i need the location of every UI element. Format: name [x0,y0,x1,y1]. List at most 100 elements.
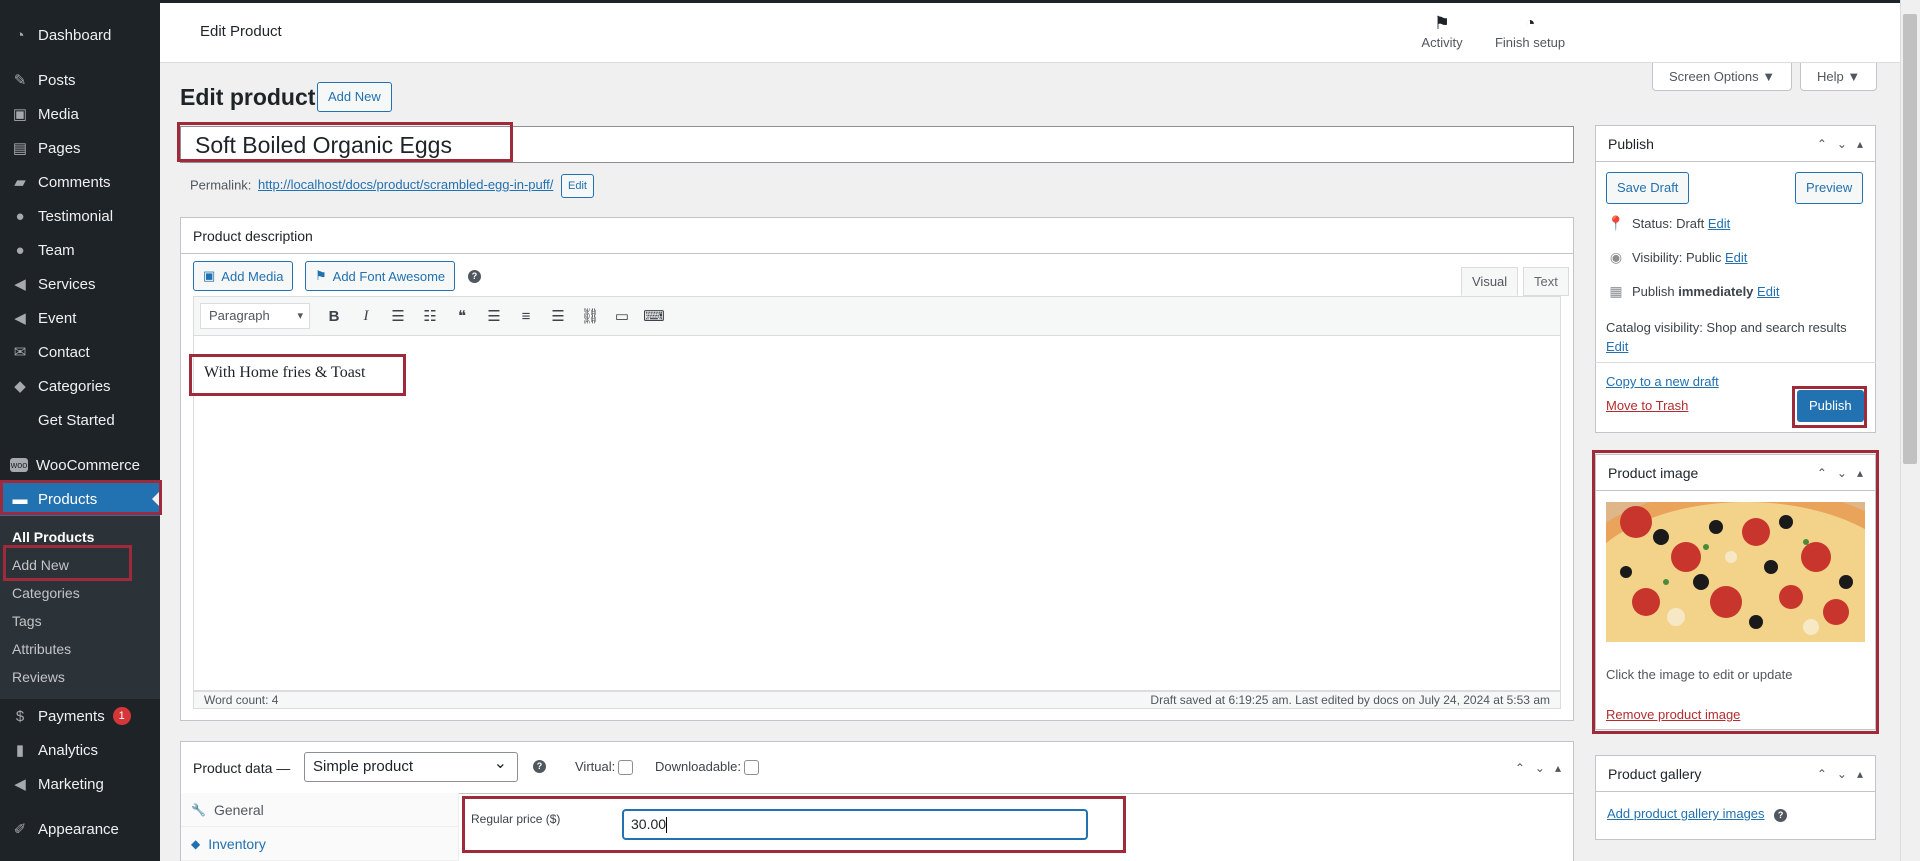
sidebar-item-get-started[interactable]: Get Started [0,403,160,437]
sidebar-item-analytics[interactable]: ▮ Analytics [0,733,160,767]
sidebar-item-products[interactable]: ▬ Products [0,482,160,516]
move-up-icon[interactable]: ⌃ [1817,466,1827,480]
sidebar-item-appearance[interactable]: ✐ Appearance [0,812,160,846]
product-image-thumbnail[interactable] [1606,502,1865,642]
status-edit-link[interactable]: Edit [1708,216,1730,231]
add-new-button[interactable]: Add New [317,82,392,112]
visibility-edit-link[interactable]: Edit [1725,250,1747,265]
screen-options-toggle[interactable]: Screen Options ▼ [1652,63,1793,91]
sidebar-item-testimonial[interactable]: ● Testimonial [0,199,160,233]
move-down-icon[interactable]: ⌄ [1535,761,1545,775]
help-icon[interactable]: ? [468,270,481,283]
link-icon[interactable]: ⛓ [574,302,606,330]
permalink-edit-button[interactable]: Edit [560,174,594,198]
align-left-icon[interactable]: ☰ [478,302,510,330]
sidebar-item-marketing[interactable]: ◀ Marketing [0,767,160,801]
help-icon[interactable]: ? [533,760,546,773]
editor-content-area[interactable]: With Home fries & Toast [193,336,1561,691]
downloadable-checkbox[interactable] [744,760,760,776]
pin-icon: ✎ [13,72,27,89]
numbered-list-icon[interactable]: ☷ [414,302,446,330]
read-more-icon[interactable]: ▭ [606,302,638,330]
tab-text[interactable]: Text [1523,267,1569,296]
products-submenu: All Products Add New Categories Tags Att… [0,516,160,699]
catalog-visibility-edit-link[interactable]: Edit [1606,339,1628,354]
box-controls: ⌃ ⌄ ▴ [1817,137,1863,151]
finish-setup-button[interactable]: ◔ Finish setup [1488,13,1572,50]
add-font-awesome-button[interactable]: ⚑ Add Font Awesome [305,261,456,291]
media-icon: ▣ [12,106,28,123]
sidebar-item-contact[interactable]: ✉ Contact [0,335,160,369]
submenu-tags[interactable]: Tags [0,607,160,635]
product-title-input[interactable]: Soft Boiled Organic Eggs [180,126,1574,163]
product-gallery-header: Product gallery ⌃ ⌄ ▴ [1596,756,1875,792]
italic-icon[interactable]: I [350,302,382,330]
woo-icon: woo [10,458,28,472]
sidebar-item-label: Categories [38,377,111,395]
submenu-reviews[interactable]: Reviews [0,663,160,691]
sidebar-item-pages[interactable]: ▤ Pages [0,131,160,165]
submenu-add-new[interactable]: Add New [0,551,160,579]
move-up-icon[interactable]: ⌃ [1515,761,1525,775]
tab-general[interactable]: 🔧 General [181,793,458,827]
box-controls: ⌃ ⌄ ▴ [1515,761,1561,775]
permalink-link[interactable]: http://localhost/docs/product/scrambled-… [258,177,553,192]
tab-visual[interactable]: Visual [1461,267,1519,296]
move-to-trash-link[interactable]: Move to Trash [1606,398,1688,413]
move-down-icon[interactable]: ⌄ [1837,466,1847,480]
submenu-all-products[interactable]: All Products [0,523,160,551]
help-toggle[interactable]: Help ▼ [1800,63,1878,91]
scrollbar[interactable] [1900,0,1920,861]
bold-icon[interactable]: B [318,302,350,330]
sidebar-item-posts[interactable]: ✎ Posts [0,63,160,97]
move-down-icon[interactable]: ⌄ [1837,137,1847,151]
remove-product-image-link[interactable]: Remove product image [1606,707,1740,722]
save-draft-button[interactable]: Save Draft [1606,172,1690,204]
sidebar-item-comments[interactable]: ▰ Comments [0,165,160,199]
publish-date-edit-link[interactable]: Edit [1757,284,1779,299]
activity-button[interactable]: ⚑ Activity [1414,13,1470,50]
editor-status-bar: Word count: 4 Draft saved at 6:19:25 am.… [193,691,1561,709]
dollar-icon: $ [15,707,25,725]
regular-price-input[interactable]: 30.00 [622,809,1088,840]
virtual-checkbox[interactable] [618,760,634,776]
sidebar-item-categories[interactable]: ◆ Categories [0,369,160,403]
move-up-icon[interactable]: ⌃ [1817,137,1827,151]
copy-draft-link[interactable]: Copy to a new draft [1606,374,1719,389]
add-gallery-images-link[interactable]: Add product gallery images [1607,806,1765,821]
pin-icon: 📍 [1607,215,1625,231]
product-type-select[interactable]: Simple product [304,750,518,782]
blockquote-icon[interactable]: ❝ [446,302,478,330]
sidebar-item-event[interactable]: ◀ Event [0,301,160,335]
sidebar-item-media[interactable]: ▣ Media [0,97,160,131]
sidebar-item-dashboard[interactable]: ◔ Dashboard [0,18,160,52]
tab-inventory[interactable]: ◆ Inventory [181,827,458,861]
bullet-list-icon[interactable]: ☰ [382,302,414,330]
align-center-icon[interactable]: ≡ [510,302,542,330]
add-media-button[interactable]: ▣ Add Media [193,261,294,291]
help-icon[interactable]: ? [1774,809,1788,822]
sidebar-item-services[interactable]: ◀ Services [0,267,160,301]
publish-button[interactable]: Publish [1797,390,1864,422]
sidebar-item-label: WooCommerce [36,456,140,474]
format-select[interactable]: Paragraph [200,303,310,329]
move-up-icon[interactable]: ⌃ [1817,767,1827,781]
collapse-icon[interactable]: ▴ [1857,767,1863,781]
sidebar-item-team[interactable]: ● Team [0,233,160,267]
user-icon: ● [15,207,25,225]
align-right-icon[interactable]: ☰ [542,302,574,330]
word-count: Word count: 4 [204,693,279,707]
toolbar-toggle-icon[interactable]: ⌨ [638,302,670,330]
submenu-categories[interactable]: Categories [0,579,160,607]
collapse-icon[interactable]: ▴ [1857,466,1863,480]
collapse-icon[interactable]: ▴ [1857,137,1863,151]
sidebar-item-label: Team [38,241,75,259]
submenu-attributes[interactable]: Attributes [0,635,160,663]
collapse-icon[interactable]: ▴ [1555,761,1561,775]
scrollbar-thumb[interactable] [1903,14,1917,464]
preview-button[interactable]: Preview [1795,172,1864,204]
sidebar-item-woocommerce[interactable]: woo WooCommerce [0,448,160,482]
sidebar-item-label: Posts [38,71,76,89]
sidebar-item-payments[interactable]: $ Payments 1 [0,699,160,733]
move-down-icon[interactable]: ⌄ [1837,767,1847,781]
